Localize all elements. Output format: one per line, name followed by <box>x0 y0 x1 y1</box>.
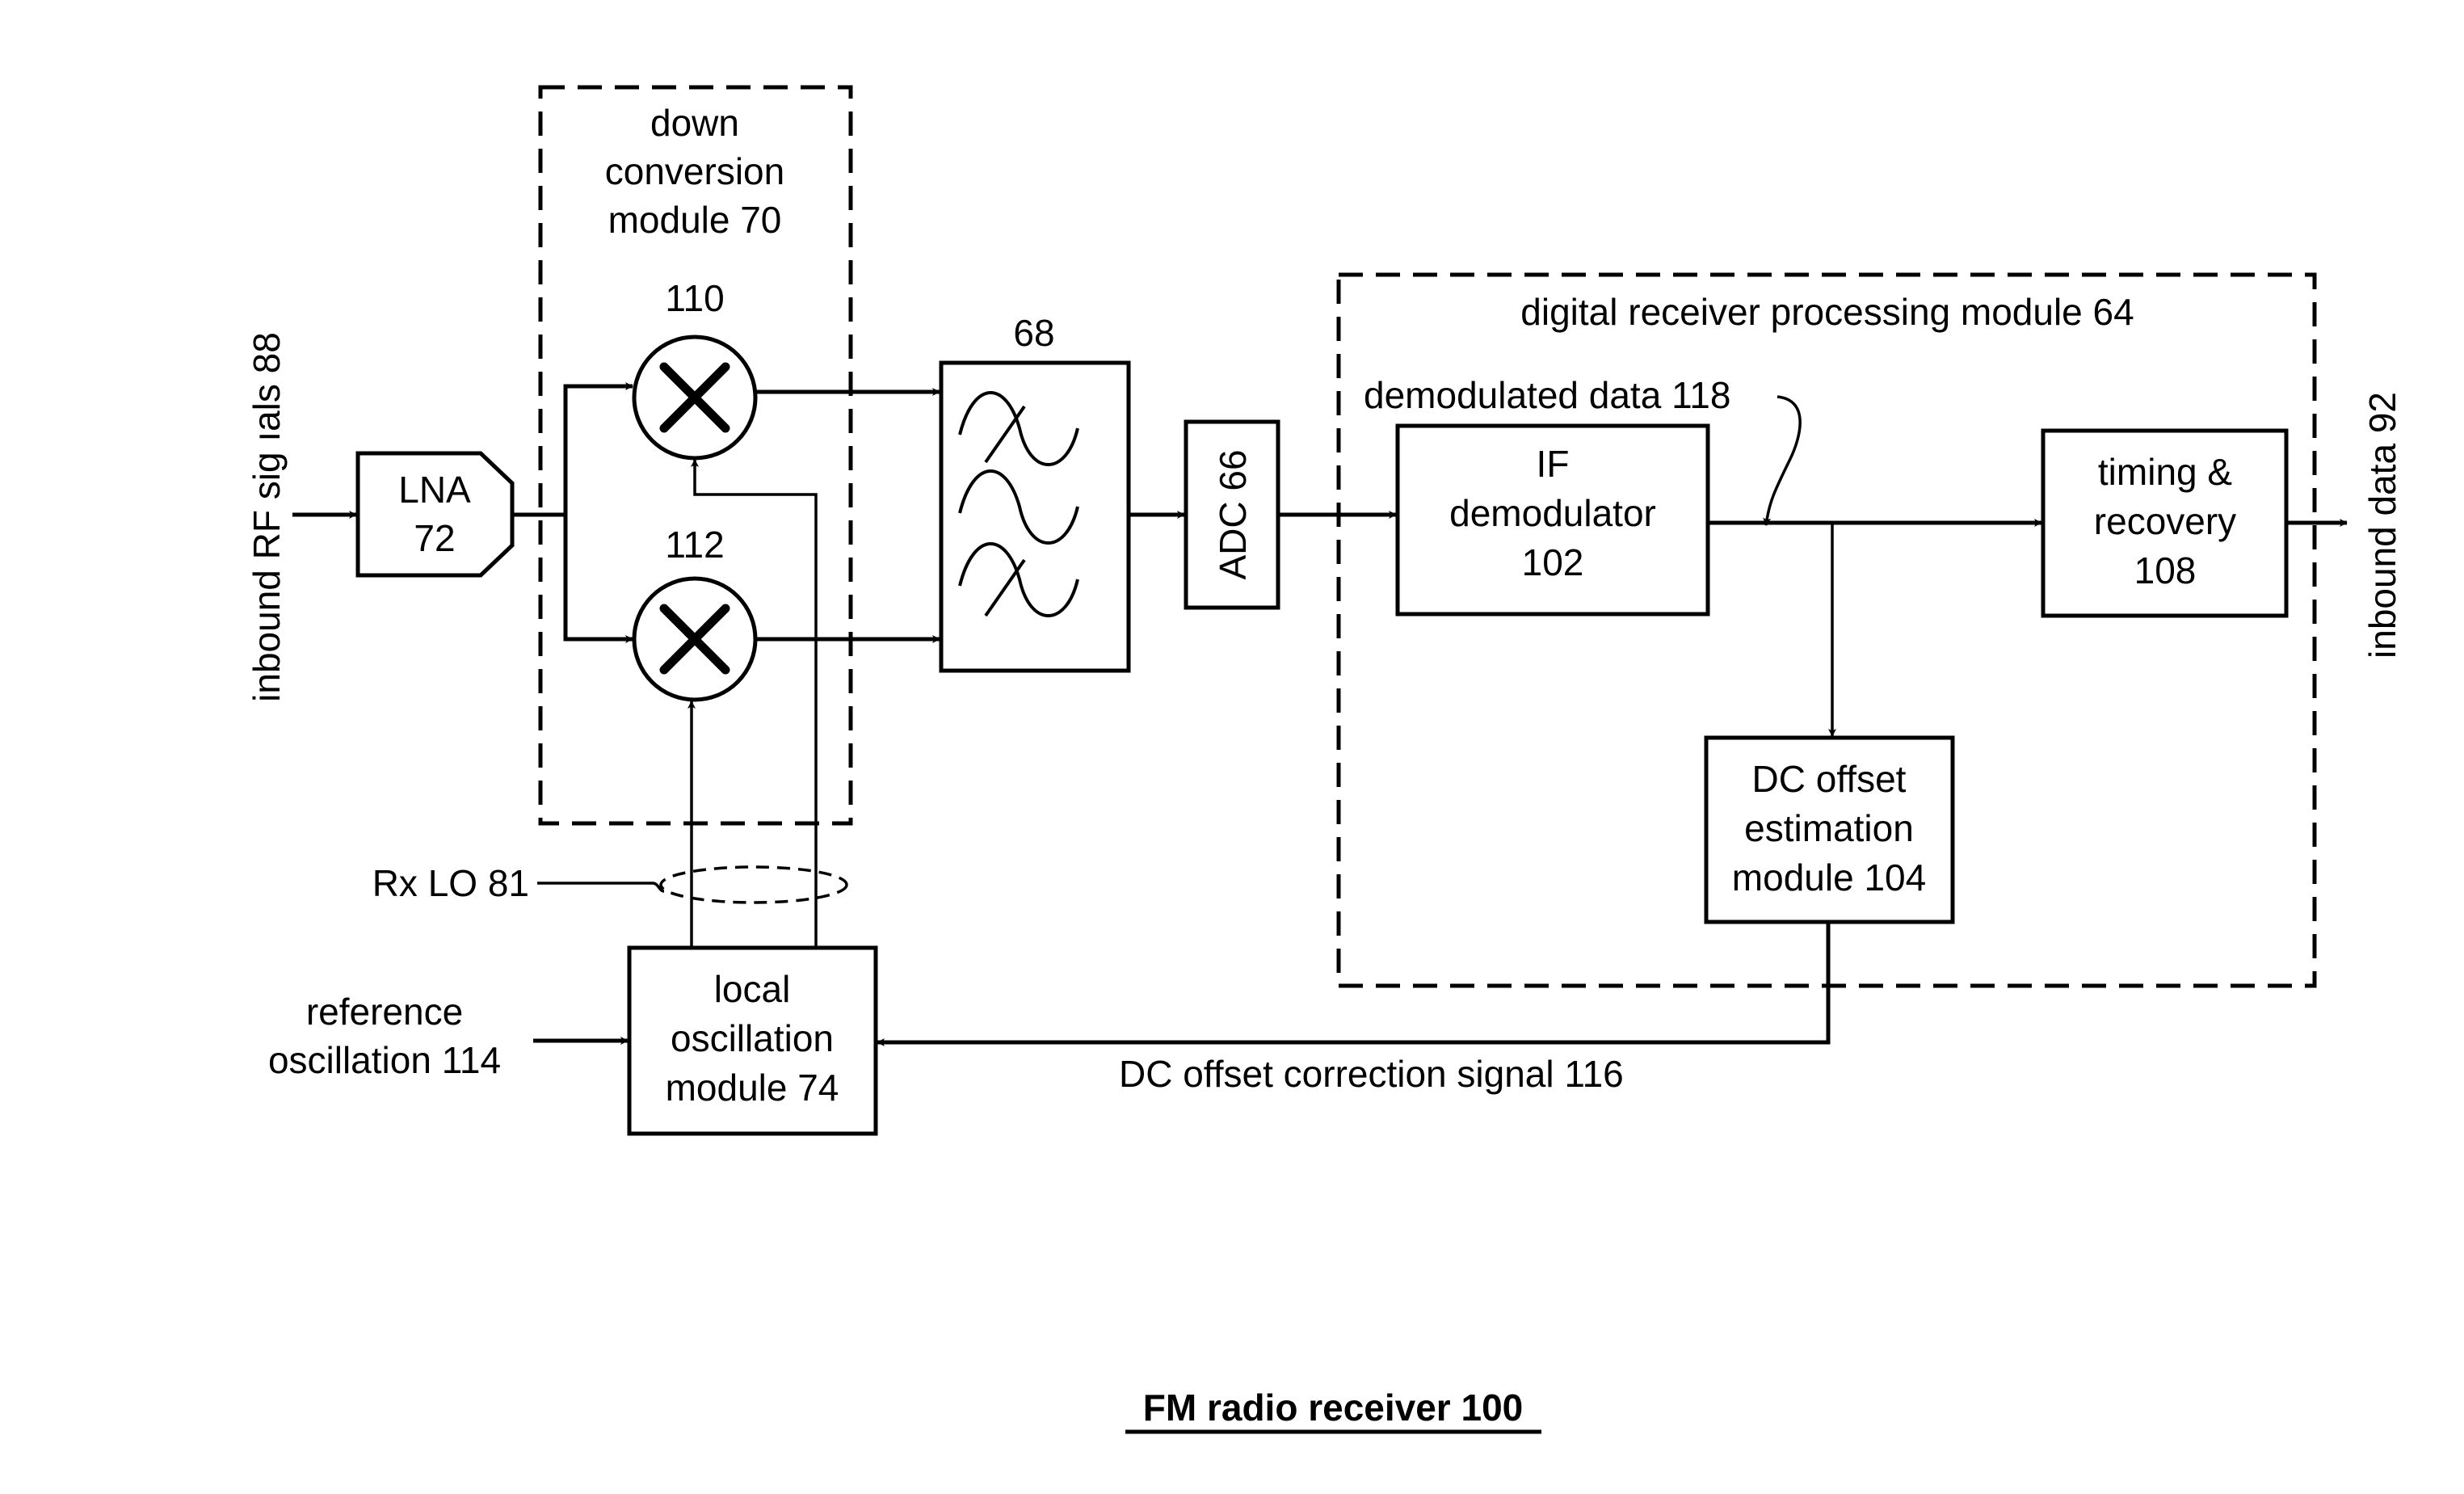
demodulated-data-leader <box>1763 395 1802 526</box>
reference-label-2: oscillation 114 <box>268 1039 501 1081</box>
if-demodulator-block: IF demodulator 102 <box>1395 423 1710 617</box>
figure-caption: FM radio receiver 100 <box>1143 1387 1523 1429</box>
down-conversion-label-1: down <box>650 102 739 144</box>
down-conversion-label-3: module 70 <box>608 199 782 241</box>
filter-block <box>939 360 1131 673</box>
lo-label-1: local <box>714 968 791 1010</box>
mixer-112-ref: 112 <box>665 524 724 566</box>
lo-label-3: module 74 <box>666 1067 839 1109</box>
rx-lo-leader <box>537 882 665 893</box>
dc-correction-wire <box>877 922 1831 1046</box>
lna-label: LNA <box>398 469 471 511</box>
down-conversion-label-2: conversion <box>605 150 784 192</box>
timing-recovery-block: timing & recovery 108 <box>2041 428 2289 618</box>
timing-label-2: recovery <box>2094 500 2236 542</box>
if-demod-label-3: 102 <box>1522 541 1584 583</box>
lna-ref: 72 <box>414 517 455 559</box>
timing-label-3: 108 <box>2134 549 2197 591</box>
demodulated-data-label: demodulated data 118 <box>1364 374 1730 416</box>
fm-receiver-diagram: down conversion module 70 inbound RF sig… <box>246 85 2403 1434</box>
reference-label-1: reference <box>306 991 463 1033</box>
filter-ref: 68 <box>1013 312 1054 354</box>
rx-lo-bundle-ellipse <box>659 865 848 904</box>
lna-to-mixer-q-wire <box>563 515 633 643</box>
dc-offset-label-2: estimation <box>1744 807 1914 849</box>
mixer-110 <box>632 335 758 461</box>
timing-label-1: timing & <box>2098 451 2232 493</box>
inbound-rf-signals-label: inbound RF sig ıals 88 <box>246 332 288 702</box>
mixer-112 <box>632 576 758 702</box>
rx-lo-label: Rx LO 81 <box>372 862 529 904</box>
lna-to-mixer-i-wire <box>512 382 633 517</box>
lna-block: LNA 72 <box>355 451 515 578</box>
if-demod-label-2: demodulator <box>1449 492 1656 534</box>
local-oscillation-block: local oscillation module 74 <box>627 945 878 1136</box>
adc-label: ADC 66 <box>1212 449 1254 579</box>
lo-label-2: oscillation <box>671 1017 834 1059</box>
dc-offset-label-1: DC offset <box>1752 758 1907 800</box>
digital-receiver-label: digital receiver processing module 64 <box>1520 291 2134 333</box>
if-demod-label-1: IF <box>1537 443 1570 485</box>
inbound-data-label: inbound data 92 <box>2361 392 2403 659</box>
dc-offset-label-3: module 104 <box>1732 856 1926 899</box>
dc-correction-label: DC offset correction signal 116 <box>1119 1053 1624 1095</box>
dc-offset-estimation-block: DC offset estimation module 104 <box>1704 735 1955 924</box>
adc-block: ADC 66 <box>1184 419 1280 610</box>
mixer-110-ref: 110 <box>665 277 724 319</box>
